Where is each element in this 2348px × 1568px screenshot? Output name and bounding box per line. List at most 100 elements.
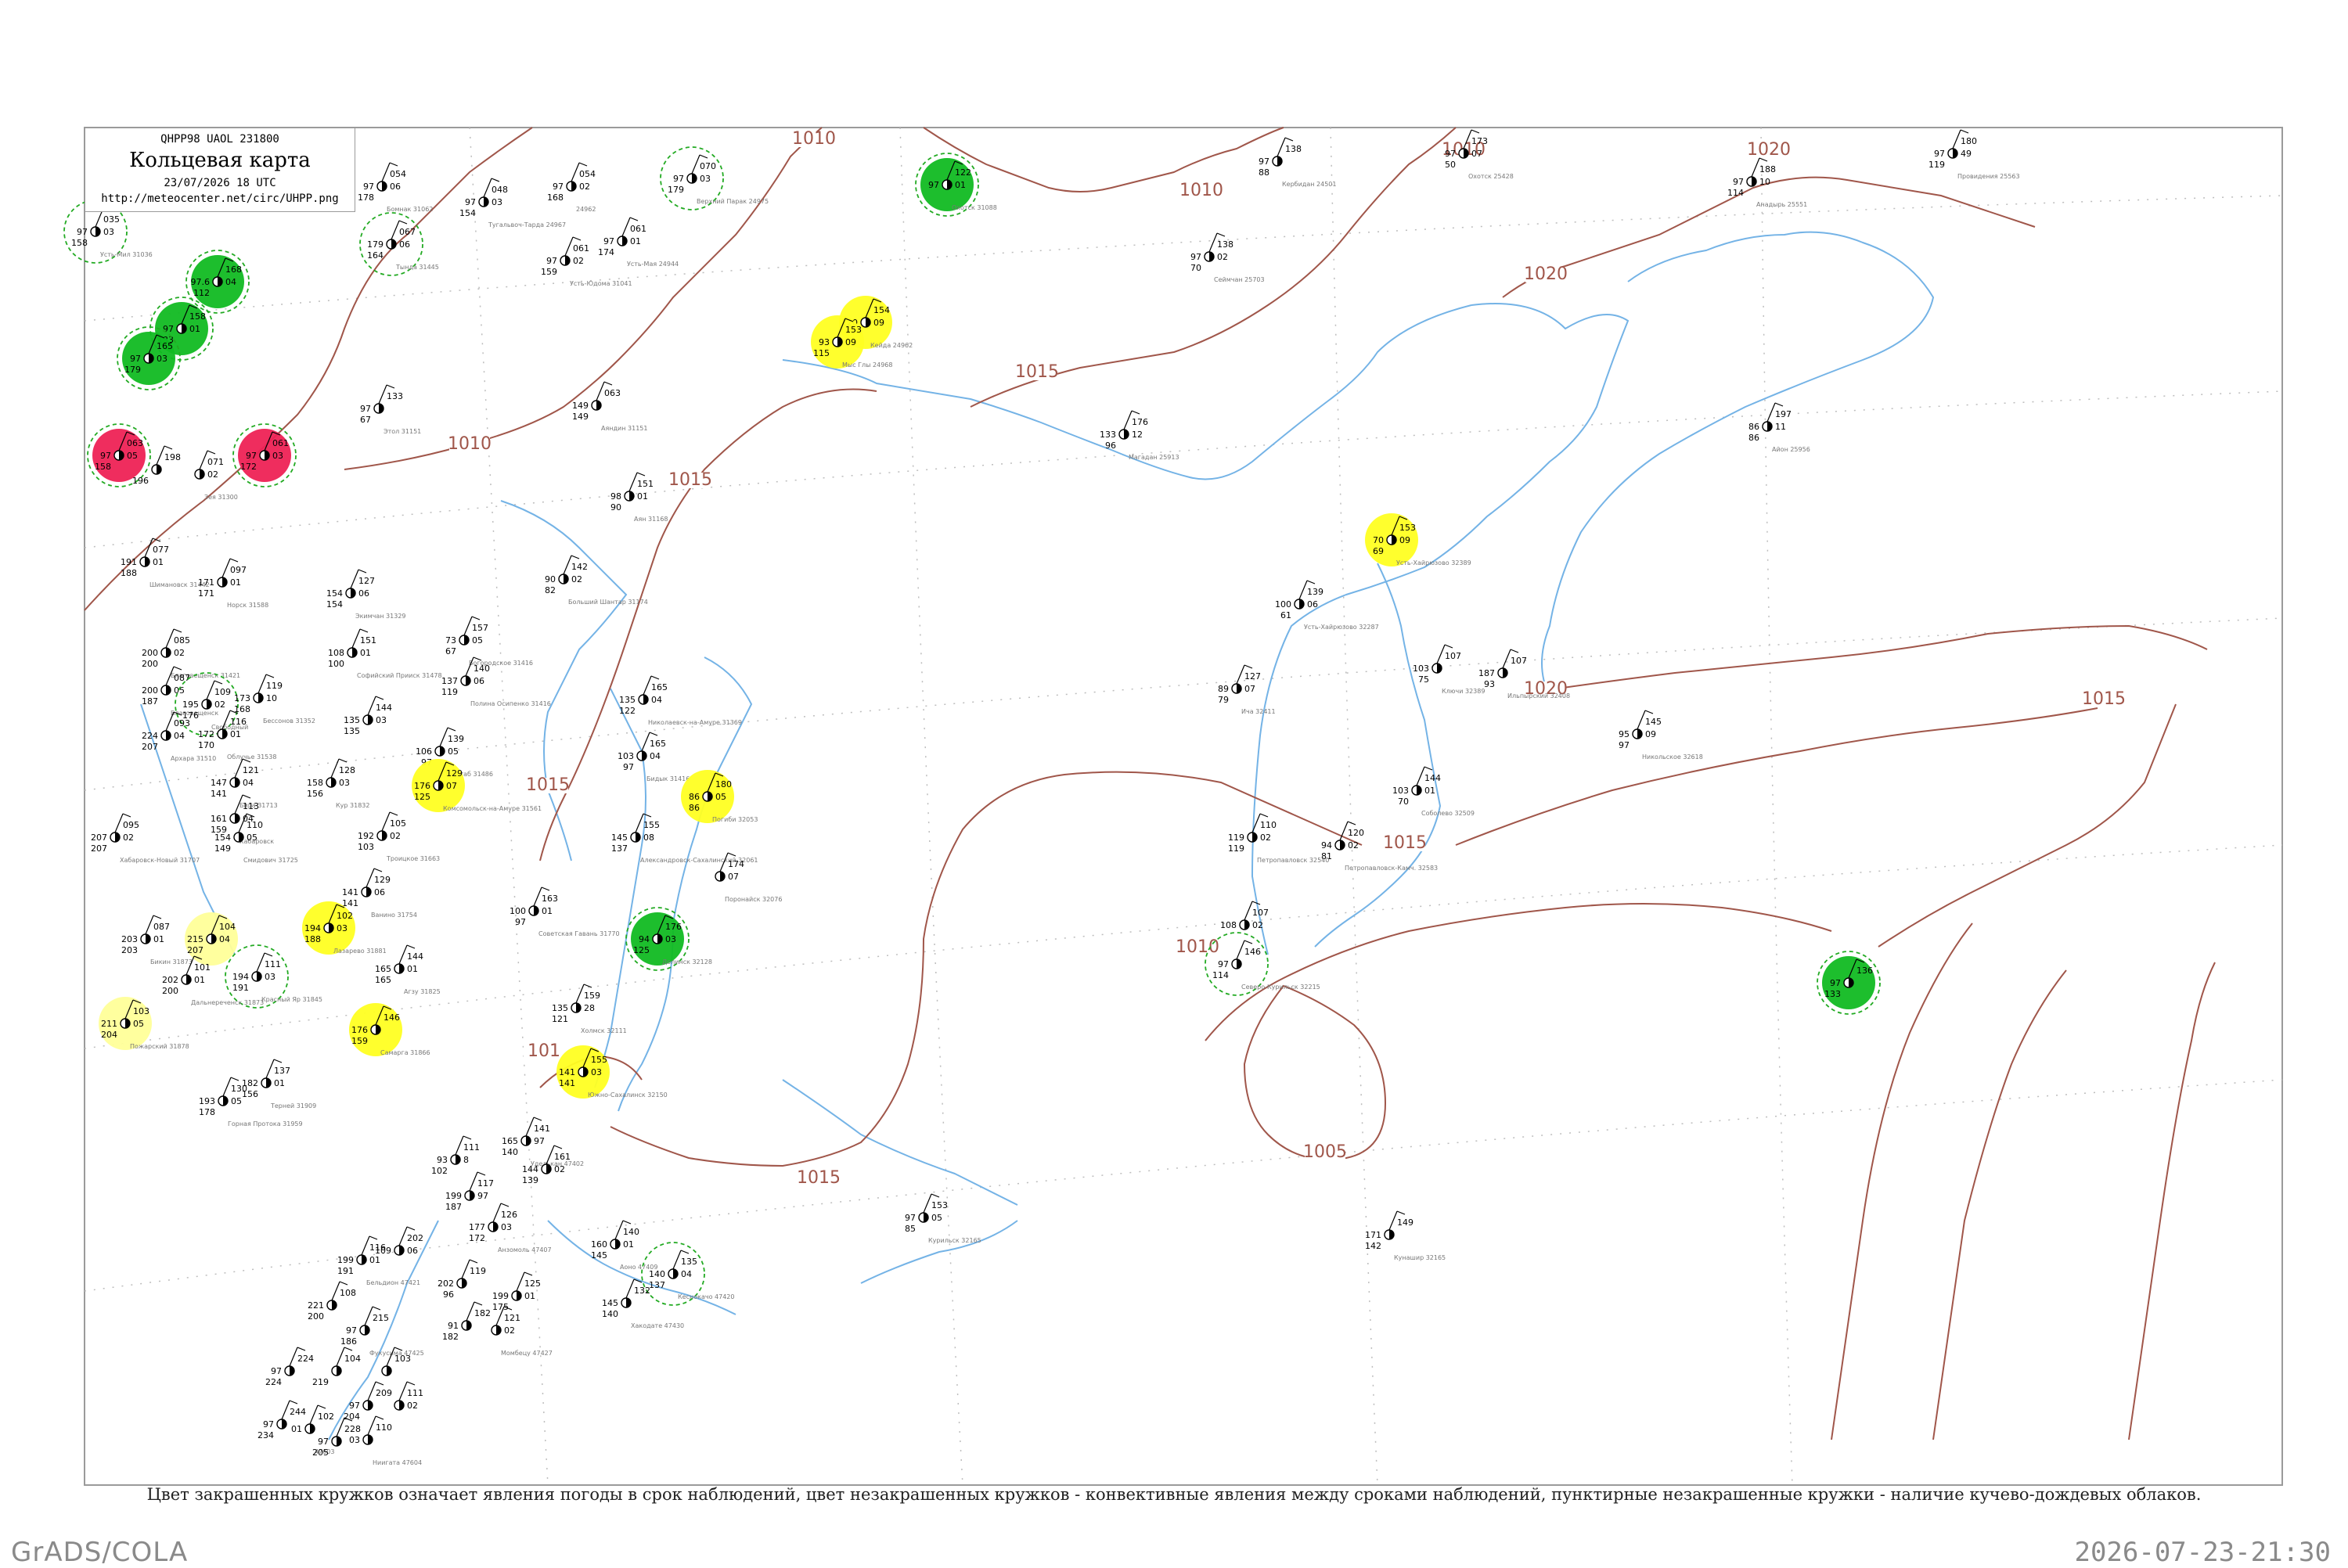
dewpoint-value: 100 [328,659,344,669]
temperature-value: 141 [559,1067,575,1077]
dewpoint-value: 135 [344,726,360,736]
pressure-value: 121 [504,1313,520,1323]
dewpoint-value: 79 [1218,695,1229,705]
pressure-value: 048 [492,185,508,195]
station-name: Бомнак 31062 [387,206,433,213]
tendency-value: 05 [931,1213,942,1223]
temperature-value: 97 [905,1213,916,1223]
pressure-value: 165 [650,739,666,749]
tendency-value: 07 [446,781,457,791]
pressure-value: 135 [681,1257,697,1267]
pressure-value: 174 [728,859,744,869]
station-name: Ниигата 47604 [373,1459,422,1466]
station-name: Смидович 31725 [243,857,298,864]
temperature-value: 93 [437,1155,448,1165]
map-url[interactable]: http://meteocenter.net/circ/UHPP.png [85,192,355,205]
dewpoint-value: 165 [375,975,391,985]
dewpoint-value: 114 [1212,970,1229,980]
pressure-value: 144 [376,703,392,713]
dewpoint-value: 119 [441,687,458,697]
tendency-value: 12 [1132,430,1143,440]
pressure-value: 077 [153,545,169,555]
station-name: Мыс Глы 24968 [842,361,892,369]
dewpoint-value: 186 [340,1336,357,1347]
temperature-value: 203 [121,934,138,944]
tendency-value: 07 [728,872,739,882]
dewpoint-value: 205 [312,1448,329,1458]
station-name: Усть-Мая 24944 [627,261,679,268]
dewpoint-value: 114 [1727,188,1744,198]
tendency-value: 28 [584,1003,595,1013]
dewpoint-value: 115 [813,348,830,358]
dewpoint-value: 164 [367,250,384,261]
temperature-value: 199 [337,1255,354,1265]
dewpoint-value: 139 [522,1175,538,1185]
station-name: Хакодате 47430 [631,1322,684,1329]
dewpoint-value: 145 [591,1250,607,1261]
pressure-value: 110 [1260,820,1277,830]
isobar-label: 1010 [448,434,492,454]
pressure-value: 180 [1961,136,1977,146]
tendency-value: 09 [1645,729,1656,739]
station-name: Комсомольск-на-Амуре 31561 [443,805,542,812]
tendency-value: 02 [504,1325,515,1336]
tendency-value: 01 [542,906,553,916]
temperature-value: 172 [198,729,214,739]
dewpoint-value: 119 [1928,160,1945,170]
tendency-value: 02 [174,648,185,658]
dewpoint-value: 234 [257,1430,274,1440]
pressure-value: 127 [1244,671,1261,682]
station-name: Дальнереченск 31873 [191,999,264,1006]
dewpoint-value: 170 [198,740,214,750]
pressure-value: 109 [214,687,231,697]
dewpoint-value: 86 [689,803,700,813]
station-plot[interactable]: 136 97133 [1817,951,1881,1015]
temperature-value: 211 [101,1019,117,1029]
tendency-value: 01 [189,324,200,334]
station-name: Бессонов 31352 [263,717,315,725]
tendency-value: 03 [339,778,350,788]
station-plot[interactable]: 168 97.6112 04 [185,250,250,314]
station-plot[interactable]: 061 97172 03 [232,423,297,487]
temperature-value: 97 [1190,252,1201,262]
dewpoint-value: 191 [337,1266,354,1276]
pressure-value: 127 [358,576,375,586]
temperature-value: 149 [572,401,589,411]
tendency-value: 01 [360,648,371,658]
station-plot[interactable]: 104 215207 04 [185,912,238,966]
pressure-value: 163 [542,894,558,904]
tendency-value: 02 [207,469,218,480]
temperature-value: 119 [1228,833,1244,843]
temperature-value: 171 [1365,1230,1381,1240]
dewpoint-value: 88 [1259,167,1269,178]
pressure-value: 149 [1397,1217,1413,1228]
station-name: Бикин 31873 [150,958,193,966]
pressure-value: 093 [174,718,190,728]
tendency-value: 01 [1424,786,1435,796]
temperature-value: 97 [1445,149,1456,159]
pressure-value: 168 [225,264,242,275]
tendency-value: 04 [650,751,661,761]
dewpoint-value: 97 [623,762,634,772]
tendency-value: 06 [374,887,385,897]
dewpoint-value: 188 [121,568,137,578]
pressure-value: 215 [373,1313,389,1323]
station-name: Бельдион 47421 [366,1279,420,1286]
dewpoint-value: 82 [545,585,556,595]
tendency-value: 02 [1260,833,1271,843]
dewpoint-value: 50 [1445,160,1456,170]
station-name: Кербидан 24501 [1282,181,1336,188]
station-plot[interactable]: 1659717903 [117,326,181,390]
isobar-label: 1010 [1179,181,1223,200]
dewpoint-value: 172 [469,1233,485,1243]
dewpoint-value: 159 [541,267,557,277]
station-name: Кунашир 32165 [1394,1254,1446,1261]
temperature-value: 97 [100,451,111,461]
temperature-value: 135 [619,695,636,705]
tendency-value: 01 [623,1239,634,1250]
pressure-value: 153 [931,1200,948,1210]
tendency-value: 08 [643,833,654,843]
pressure-value: 151 [360,635,376,646]
tendency-value: 06 [407,1246,418,1256]
station-name: Троицкое 31663 [386,855,440,862]
